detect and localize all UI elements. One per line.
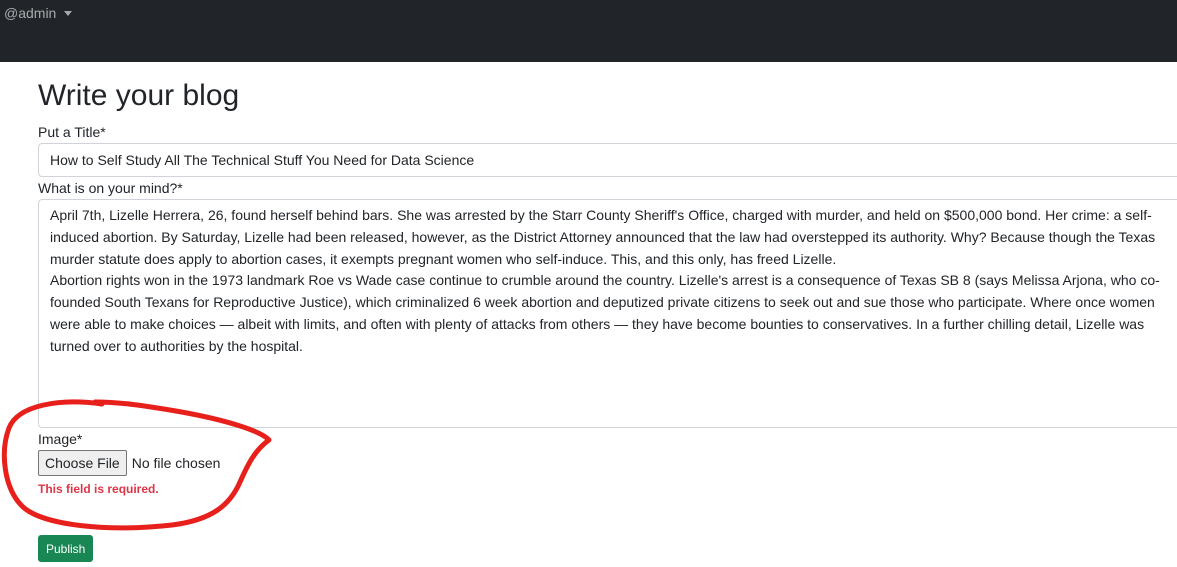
title-label: Put a Title* <box>38 124 106 140</box>
page-title: Write your blog <box>38 79 240 112</box>
title-input[interactable] <box>38 143 1177 177</box>
file-status-text: No file chosen <box>131 455 221 471</box>
user-dropdown[interactable]: @admin <box>4 5 73 21</box>
user-dropdown-label: @admin <box>4 5 57 21</box>
file-input[interactable]: Choose File No file chosen <box>38 450 220 476</box>
chevron-down-icon <box>64 11 73 16</box>
image-label: Image* <box>38 431 83 447</box>
body-textarea[interactable]: April 7th, Lizelle Herrera, 26, found he… <box>38 199 1177 428</box>
body-label: What is on your mind?* <box>38 180 183 196</box>
publish-button[interactable]: Publish <box>38 535 94 562</box>
choose-file-button[interactable]: Choose File <box>38 450 127 476</box>
image-error-message: This field is required. <box>38 482 159 496</box>
top-navbar: @admin <box>0 0 1177 62</box>
